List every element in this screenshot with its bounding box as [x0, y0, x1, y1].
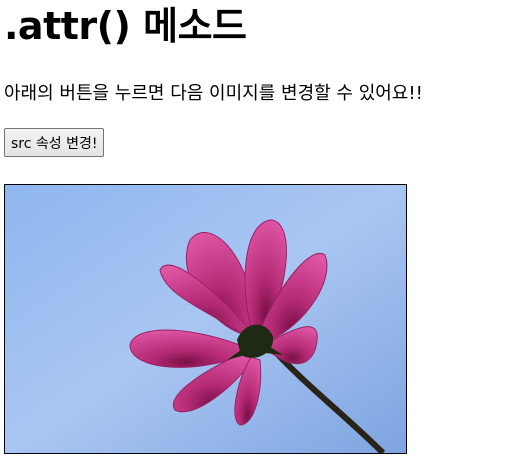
description-text: 아래의 버튼을 누르면 다음 이미지를 변경할 수 있어요!!	[4, 83, 423, 104]
page-title: .attr() 메소드	[4, 4, 247, 48]
change-src-button[interactable]: src 속성 변경!	[4, 128, 105, 157]
flower-photo	[5, 185, 406, 453]
flower-image	[4, 184, 407, 454]
